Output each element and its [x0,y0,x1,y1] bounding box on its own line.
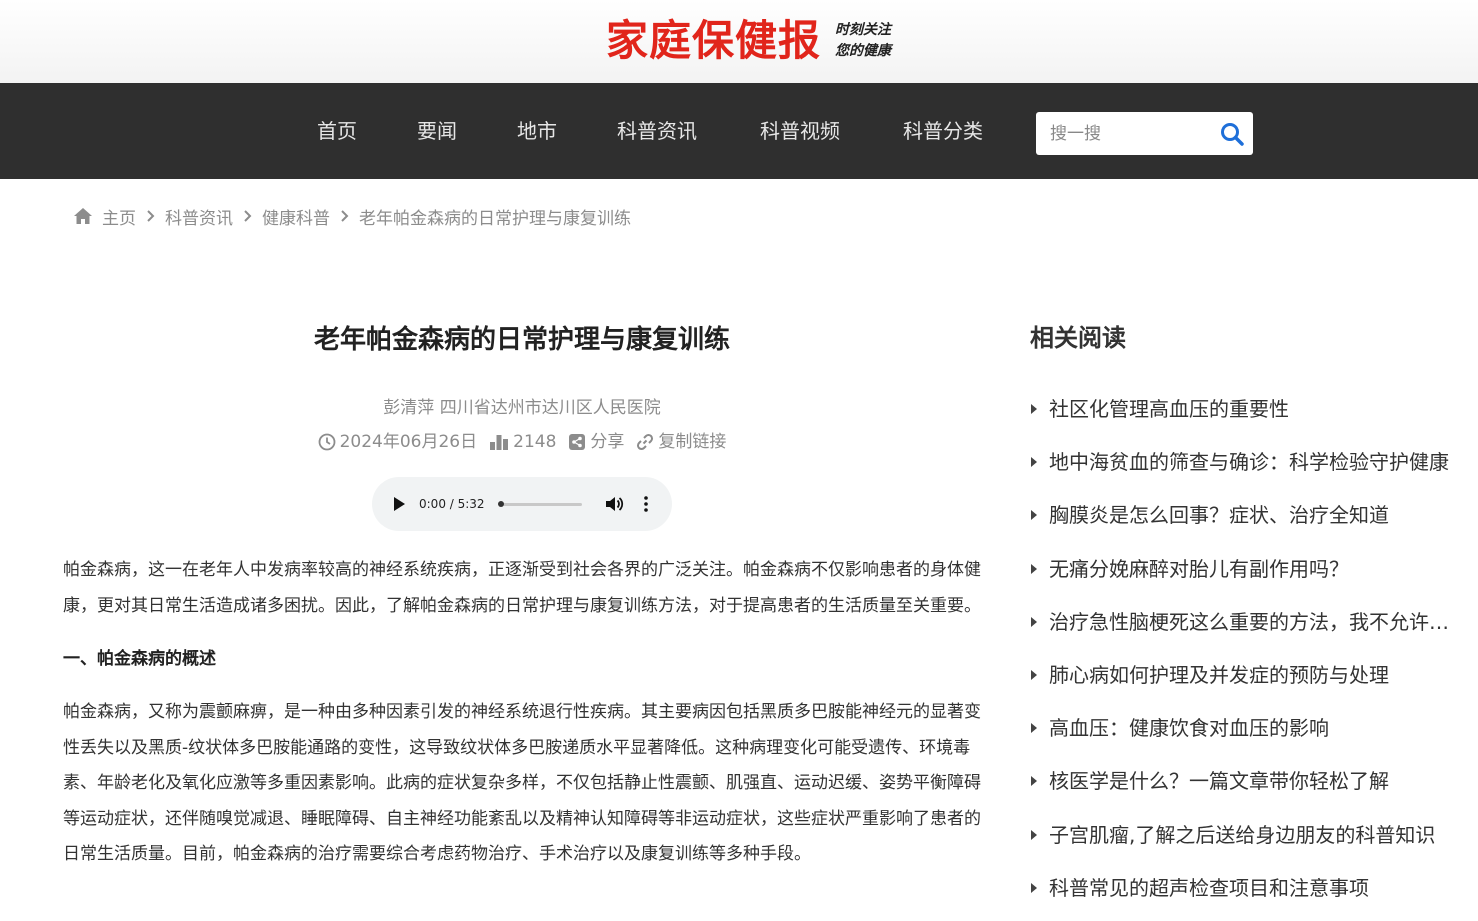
publish-date: 2024年06月26日 [318,430,478,454]
caret-right-icon [1031,616,1037,627]
related-item[interactable]: 治疗急性脑梗死这么重要的方法，我不允许你不知道 [1030,608,1460,661]
copy-link-button[interactable]: 复制链接 [636,430,726,454]
more-options-icon[interactable] [642,494,650,514]
related-item[interactable]: 科普常见的超声检查项目和注意事项 [1030,874,1460,921]
publish-date-text: 2024年06月26日 [339,432,478,452]
view-count: 2148 [489,430,556,454]
search-input[interactable] [1036,112,1216,155]
caret-right-icon [1031,669,1037,680]
caret-right-icon [1031,510,1037,521]
article-body: 帕金森病，这一在老年人中发病率较高的神经系统疾病，正逐渐受到社会各界的广泛关注。… [63,553,981,873]
search-box [1036,112,1253,155]
caret-right-icon [1031,776,1037,787]
related-item-title: 子宫肌瘤,了解之后送给身边朋友的科普知识 [1049,822,1436,847]
main-nav: 首页 要闻 地市 科普资讯 科普视频 科普分类 [0,83,1478,179]
breadcrumb-current: 老年帕金森病的日常护理与康复训练 [359,208,631,229]
nav-item-science-info[interactable]: 科普资讯 [617,118,697,144]
share-label: 分享 [590,432,625,452]
caret-right-icon [1031,457,1037,468]
article-author: 彭清萍 四川省达州市达川区人民医院 [383,398,661,418]
view-count-text: 2148 [513,432,557,452]
nav-item-news[interactable]: 要闻 [417,118,457,144]
caret-right-icon [1031,723,1037,734]
views-icon [490,435,509,450]
related-item-title: 地中海贫血的筛查与确诊：科学检验守护健康 [1049,450,1449,475]
breadcrumb-home[interactable]: 主页 [102,204,136,229]
caret-right-icon [1031,404,1037,414]
article-title: 老年帕金森病的日常护理与康复训练 [313,325,730,355]
related-item[interactable]: 胸膜炎是怎么回事？症状、治疗全知道 [1030,501,1460,554]
related-reading-sidebar: 相关阅读 社区化管理高血压的重要性 地中海贫血的筛查与确诊：科学检验守护健康 胸… [1030,320,1460,921]
audio-player: 0:00 / 5:32 [372,477,672,531]
article-meta: 2024年06月26日 2148 分享 复制链接 [63,430,981,454]
related-item-title: 治疗急性脑梗死这么重要的方法，我不允许你不知道 [1049,609,1459,634]
related-item-title: 核医学是什么？一篇文章带你轻松了解 [1049,769,1389,794]
play-icon[interactable] [392,496,406,512]
related-item[interactable]: 社区化管理高血压的重要性 [1030,395,1460,448]
article-paragraph: 帕金森病，这一在老年人中发病率较高的神经系统疾病，正逐渐受到社会各界的广泛关注。… [63,560,981,616]
related-list: 社区化管理高血压的重要性 地中海贫血的筛查与确诊：科学检验守护健康 胸膜炎是怎么… [1030,395,1460,921]
audio-progress-knob[interactable] [498,501,504,507]
related-item[interactable]: 肺心病如何护理及并发症的预防与处理 [1030,661,1460,714]
caret-right-icon [1031,829,1037,840]
site-header: 家庭保健报 时刻关注 您的健康 [0,0,1478,83]
chevron-right-icon [244,210,252,222]
slogan-line-2: 您的健康 [835,43,892,59]
link-icon [637,433,654,451]
section-heading: 一、帕金森病的概述 [63,649,216,669]
share-button[interactable]: 分享 [568,430,624,454]
related-item[interactable]: 无痛分娩麻醉对胎儿有副作用吗？ [1030,555,1460,608]
logo-slogan: 时刻关注 您的健康 [835,20,891,62]
article-paragraph: 帕金森病，又称为震颤麻痹，是一种由多种因素引发的神经系统退行性疾病。其主要病因包… [63,702,981,864]
audio-progress-bar[interactable] [498,501,582,507]
related-item[interactable]: 地中海贫血的筛查与确诊：科学检验守护健康 [1030,448,1460,501]
nav-item-home[interactable]: 首页 [317,118,357,144]
logo-text: 家庭保健报 [606,16,822,65]
article: 老年帕金森病的日常护理与康复训练 彭清萍 四川省达州市达川区人民医院 2024年… [63,320,981,873]
slogan-line-1: 时刻关注 [835,22,892,38]
related-item-title: 高血压：健康饮食对血压的影响 [1049,716,1329,741]
search-icon[interactable] [1219,121,1245,147]
volume-icon[interactable] [604,494,624,514]
related-item-title: 社区化管理高血压的重要性 [1049,397,1289,421]
related-item-title: 肺心病如何护理及并发症的预防与处理 [1049,662,1389,687]
nav-item-science-category[interactable]: 科普分类 [903,118,983,144]
related-item-title: 无痛分娩麻醉对胎儿有副作用吗？ [1049,556,1349,581]
breadcrumb-health-science[interactable]: 健康科普 [262,204,330,229]
sidebar-title: 相关阅读 [1030,324,1126,352]
related-item[interactable]: 高血压：健康饮食对血压的影响 [1030,714,1460,767]
nav-item-science-video[interactable]: 科普视频 [760,118,840,144]
chevron-right-icon [341,210,349,222]
copy-link-label: 复制链接 [658,432,727,452]
caret-right-icon [1031,882,1037,893]
caret-right-icon [1031,563,1037,574]
breadcrumb: 主页 科普资讯 健康科普 老年帕金森病的日常护理与康复训练 [73,203,631,229]
audio-time: 0:00 / 5:32 [419,497,485,511]
related-item-title: 胸膜炎是怎么回事？症状、治疗全知道 [1049,503,1389,528]
breadcrumb-science-info[interactable]: 科普资讯 [165,204,233,229]
related-item-title: 科普常见的超声检查项目和注意事项 [1049,875,1369,900]
nav-item-cities[interactable]: 地市 [517,118,557,144]
chevron-right-icon [147,210,155,222]
clock-icon [318,433,335,451]
site-logo[interactable]: 家庭保健报 时刻关注 您的健康 [606,14,891,68]
related-item[interactable]: 子宫肌瘤,了解之后送给身边朋友的科普知识 [1030,821,1460,874]
home-icon [74,208,92,224]
share-icon [569,434,586,450]
related-item[interactable]: 核医学是什么？一篇文章带你轻松了解 [1030,767,1460,820]
